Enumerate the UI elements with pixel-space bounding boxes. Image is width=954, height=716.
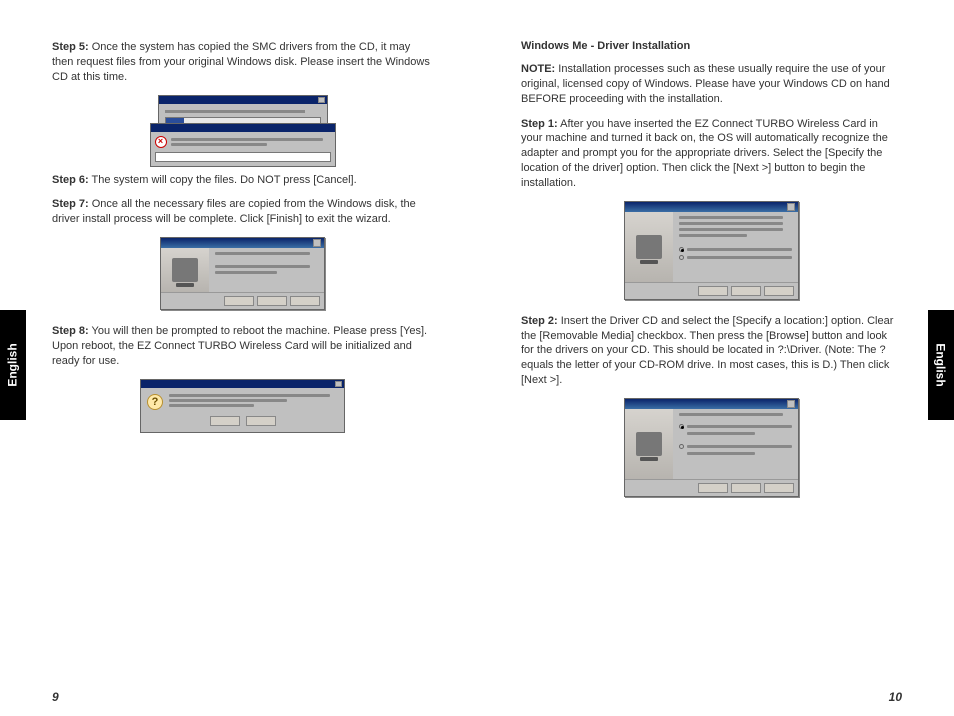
wizard-back-button bbox=[224, 296, 254, 306]
screenshot-step2 bbox=[521, 398, 902, 497]
computer-icon bbox=[636, 235, 662, 259]
close-icon bbox=[787, 400, 795, 408]
language-tab-label: English bbox=[6, 343, 20, 386]
page-number-right: 10 bbox=[889, 690, 902, 704]
language-tab-label: English bbox=[934, 343, 948, 386]
wizard-art bbox=[625, 212, 673, 282]
step-1-label: Step 1: bbox=[521, 118, 558, 130]
page-right: English Windows Me - Driver Installation… bbox=[477, 0, 954, 716]
step-2-label: Step 2: bbox=[521, 315, 558, 327]
section-title: Windows Me - Driver Installation bbox=[521, 40, 902, 52]
step-1-text: After you have inserted the EZ Connect T… bbox=[521, 118, 888, 189]
wizard-next-button bbox=[731, 483, 761, 493]
radio-icon bbox=[679, 424, 684, 429]
copy-files-dialog: × bbox=[158, 95, 328, 155]
step-8-paragraph: Step 8: You will then be prompted to reb… bbox=[52, 324, 433, 369]
yes-button bbox=[210, 416, 240, 426]
page-left: English Step 5: Once the system has copi… bbox=[0, 0, 477, 716]
wizard-cancel-button bbox=[764, 286, 794, 296]
step-7-text: Once all the necessary files are copied … bbox=[52, 198, 416, 225]
close-icon bbox=[318, 97, 325, 103]
step-1-paragraph: Step 1: After you have inserted the EZ C… bbox=[521, 117, 902, 191]
close-icon bbox=[787, 203, 795, 211]
screenshot-step5: × bbox=[52, 95, 433, 155]
finish-wizard-dialog bbox=[160, 237, 325, 310]
note-label: NOTE: bbox=[521, 63, 555, 75]
new-hardware-wizard-1 bbox=[624, 201, 799, 300]
computer-icon bbox=[172, 258, 198, 282]
note-paragraph: NOTE: Installation processes such as the… bbox=[521, 62, 902, 107]
note-text: Installation processes such as these usu… bbox=[521, 63, 890, 105]
step-2-text: Insert the Driver CD and select the [Spe… bbox=[521, 315, 893, 386]
close-icon bbox=[335, 381, 342, 387]
step-5-paragraph: Step 5: Once the system has copied the S… bbox=[52, 40, 433, 85]
wizard-finish-button bbox=[257, 296, 287, 306]
step-8-label: Step 8: bbox=[52, 325, 89, 337]
step-6-text: The system will copy the files. Do NOT p… bbox=[92, 174, 357, 186]
step-8-text: You will then be prompted to reboot the … bbox=[52, 325, 427, 367]
page-spread: English Step 5: Once the system has copi… bbox=[0, 0, 954, 716]
step-5-label: Step 5: bbox=[52, 41, 89, 53]
step-6-paragraph: Step 6: The system will copy the files. … bbox=[52, 173, 433, 188]
new-hardware-wizard-2 bbox=[624, 398, 799, 497]
step-7-label: Step 7: bbox=[52, 198, 89, 210]
path-input bbox=[155, 152, 331, 162]
wizard-next-button bbox=[731, 286, 761, 296]
wizard-art bbox=[161, 248, 209, 292]
close-icon bbox=[313, 239, 321, 247]
screenshot-step1 bbox=[521, 201, 902, 300]
radio-icon bbox=[679, 444, 684, 449]
radio-icon bbox=[679, 255, 684, 260]
error-icon: × bbox=[155, 136, 167, 148]
screenshot-step7 bbox=[52, 237, 433, 310]
screenshot-step8: ? bbox=[52, 379, 433, 433]
wizard-back-button bbox=[698, 483, 728, 493]
wizard-cancel-button bbox=[290, 296, 320, 306]
radio-icon bbox=[679, 247, 684, 252]
no-button bbox=[246, 416, 276, 426]
question-icon: ? bbox=[147, 394, 163, 410]
page-number-left: 9 bbox=[52, 690, 59, 704]
step-5-text: Once the system has copied the SMC drive… bbox=[52, 41, 430, 83]
wizard-cancel-button bbox=[764, 483, 794, 493]
language-tab-right: English bbox=[928, 310, 954, 420]
insert-disk-dialog: × bbox=[150, 123, 336, 167]
copy-progress-titlebar bbox=[159, 96, 327, 104]
step-7-paragraph: Step 7: Once all the necessary files are… bbox=[52, 197, 433, 227]
wizard-art bbox=[625, 409, 673, 479]
step-2-paragraph: Step 2: Insert the Driver CD and select … bbox=[521, 314, 902, 388]
wizard-back-button bbox=[698, 286, 728, 296]
reboot-prompt-dialog: ? bbox=[140, 379, 345, 433]
language-tab-left: English bbox=[0, 310, 26, 420]
computer-icon bbox=[636, 432, 662, 456]
step-6-label: Step 6: bbox=[52, 174, 89, 186]
